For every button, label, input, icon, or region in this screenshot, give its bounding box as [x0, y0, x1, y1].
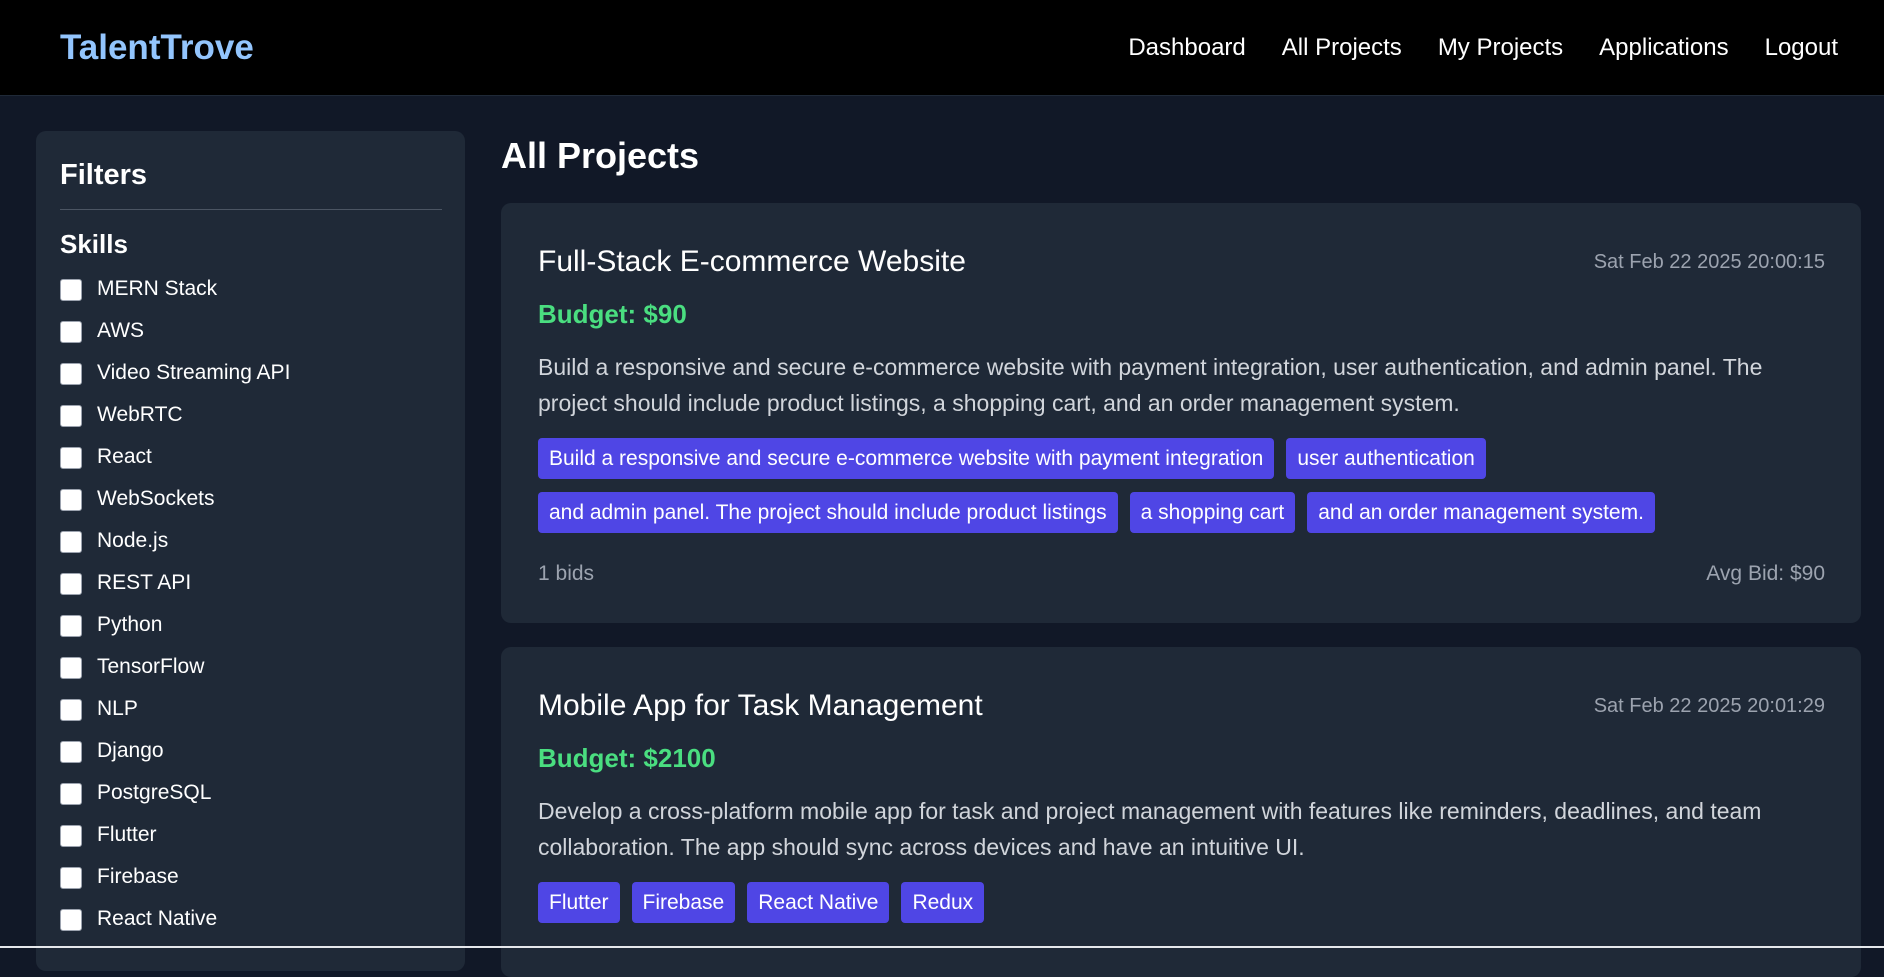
- skill-label: Django: [97, 739, 164, 762]
- project-title[interactable]: Mobile App for Task Management: [538, 689, 983, 723]
- skill-tag: Flutter: [538, 882, 620, 923]
- skill-filter-aws[interactable]: AWS: [60, 319, 290, 361]
- project-tags: Flutter Firebase React Native Redux: [538, 882, 985, 923]
- nav-link-logout[interactable]: Logout: [1765, 34, 1838, 62]
- page-title: All Projects: [501, 135, 700, 176]
- project-date: Sat Feb 22 2025 20:00:15: [1593, 251, 1825, 273]
- skill-filter-react-native[interactable]: React Native: [60, 907, 290, 949]
- skill-label: REST API: [97, 571, 192, 594]
- nav-links: Dashboard All Projects My Projects Appli…: [1128, 34, 1838, 62]
- filters-divider: [60, 209, 442, 210]
- skill-label: WebSockets: [97, 487, 215, 510]
- skill-tag: React Native: [747, 882, 890, 923]
- skill-checkbox[interactable]: [60, 531, 82, 553]
- skill-filter-nodejs[interactable]: Node.js: [60, 529, 290, 571]
- skill-label: TensorFlow: [97, 655, 205, 678]
- skill-label: Firebase: [97, 865, 179, 888]
- skill-filter-webrtc[interactable]: WebRTC: [60, 403, 290, 445]
- skill-label: Video Streaming API: [97, 361, 291, 384]
- skill-tag: and an order management system.: [1307, 492, 1655, 533]
- skill-checkbox[interactable]: [60, 783, 82, 805]
- brand-logo[interactable]: TalentTrove: [60, 28, 254, 68]
- skill-label: AWS: [97, 319, 145, 342]
- skill-filter-react[interactable]: React: [60, 445, 290, 487]
- skill-checkbox[interactable]: [60, 825, 82, 847]
- top-navbar: TalentTrove Dashboard All Projects My Pr…: [0, 0, 1884, 96]
- skill-checkbox[interactable]: [60, 447, 82, 469]
- skill-checkbox[interactable]: [60, 741, 82, 763]
- project-tags: Build a responsive and secure e-commerce…: [538, 438, 1486, 479]
- skill-tag: a shopping cart: [1129, 492, 1296, 533]
- skill-checkbox[interactable]: [60, 321, 82, 343]
- skill-label: React Native: [97, 907, 218, 930]
- skill-filter-python[interactable]: Python: [60, 613, 290, 655]
- skill-checkbox[interactable]: [60, 867, 82, 889]
- skill-label: WebRTC: [97, 403, 183, 426]
- skill-tag: user authentication: [1286, 438, 1486, 479]
- nav-link-applications[interactable]: Applications: [1599, 34, 1728, 62]
- skill-label: PostgreSQL: [97, 781, 212, 804]
- skills-list: MERN Stack AWS Video Streaming API WebRT…: [60, 277, 290, 949]
- project-description: Develop a cross-platform mobile app for …: [538, 798, 1762, 860]
- skill-tag: Redux: [901, 882, 985, 923]
- skill-checkbox[interactable]: [60, 279, 82, 301]
- skill-label: React: [97, 445, 152, 468]
- nav-link-dashboard[interactable]: Dashboard: [1128, 34, 1245, 62]
- project-card[interactable]: Mobile App for Task Management Sat Feb 2…: [501, 647, 1861, 977]
- skill-filter-rest-api[interactable]: REST API: [60, 571, 290, 613]
- skill-filter-tensorflow[interactable]: TensorFlow: [60, 655, 290, 697]
- skill-checkbox[interactable]: [60, 489, 82, 511]
- project-title[interactable]: Full-Stack E-commerce Website: [538, 245, 966, 279]
- skill-tag: Build a responsive and secure e-commerce…: [538, 438, 1275, 479]
- skill-filter-video-streaming-api[interactable]: Video Streaming API: [60, 361, 290, 403]
- skill-label: Python: [97, 613, 163, 636]
- skill-tag: Firebase: [631, 882, 736, 923]
- skill-filter-nlp[interactable]: NLP: [60, 697, 290, 739]
- skill-checkbox[interactable]: [60, 909, 82, 931]
- project-date: Sat Feb 22 2025 20:01:29: [1593, 695, 1825, 717]
- skill-filter-websockets[interactable]: WebSockets: [60, 487, 290, 529]
- skill-checkbox[interactable]: [60, 405, 82, 427]
- average-bid: Avg Bid: $90: [1706, 562, 1825, 585]
- skill-checkbox[interactable]: [60, 363, 82, 385]
- skills-heading: Skills: [60, 229, 128, 259]
- skill-label: MERN Stack: [97, 277, 218, 300]
- skill-label: NLP: [97, 697, 138, 720]
- project-tags: and admin panel. The project should incl…: [538, 492, 1655, 533]
- bid-count: 1 bids: [538, 562, 595, 585]
- project-card[interactable]: Full-Stack E-commerce Website Sat Feb 22…: [501, 203, 1861, 623]
- filters-sidebar: Filters Skills MERN Stack AWS Video Stre…: [36, 131, 465, 971]
- filters-title: Filters: [60, 159, 148, 191]
- skill-filter-flutter[interactable]: Flutter: [60, 823, 290, 865]
- skill-filter-django[interactable]: Django: [60, 739, 290, 781]
- skill-label: Flutter: [97, 823, 157, 846]
- skill-label: Node.js: [97, 529, 169, 552]
- project-description: Build a responsive and secure e-commerce…: [538, 354, 1763, 416]
- skill-checkbox[interactable]: [60, 657, 82, 679]
- project-budget: Budget: $90: [538, 299, 687, 329]
- skill-checkbox[interactable]: [60, 573, 82, 595]
- nav-link-my-projects[interactable]: My Projects: [1438, 34, 1563, 62]
- skill-filter-firebase[interactable]: Firebase: [60, 865, 290, 907]
- nav-link-all-projects[interactable]: All Projects: [1282, 34, 1402, 62]
- skill-filter-postgresql[interactable]: PostgreSQL: [60, 781, 290, 823]
- project-budget: Budget: $2100: [538, 743, 716, 773]
- skill-tag: and admin panel. The project should incl…: [538, 492, 1118, 533]
- skill-checkbox[interactable]: [60, 615, 82, 637]
- skill-checkbox[interactable]: [60, 699, 82, 721]
- skill-filter-mern-stack[interactable]: MERN Stack: [60, 277, 290, 319]
